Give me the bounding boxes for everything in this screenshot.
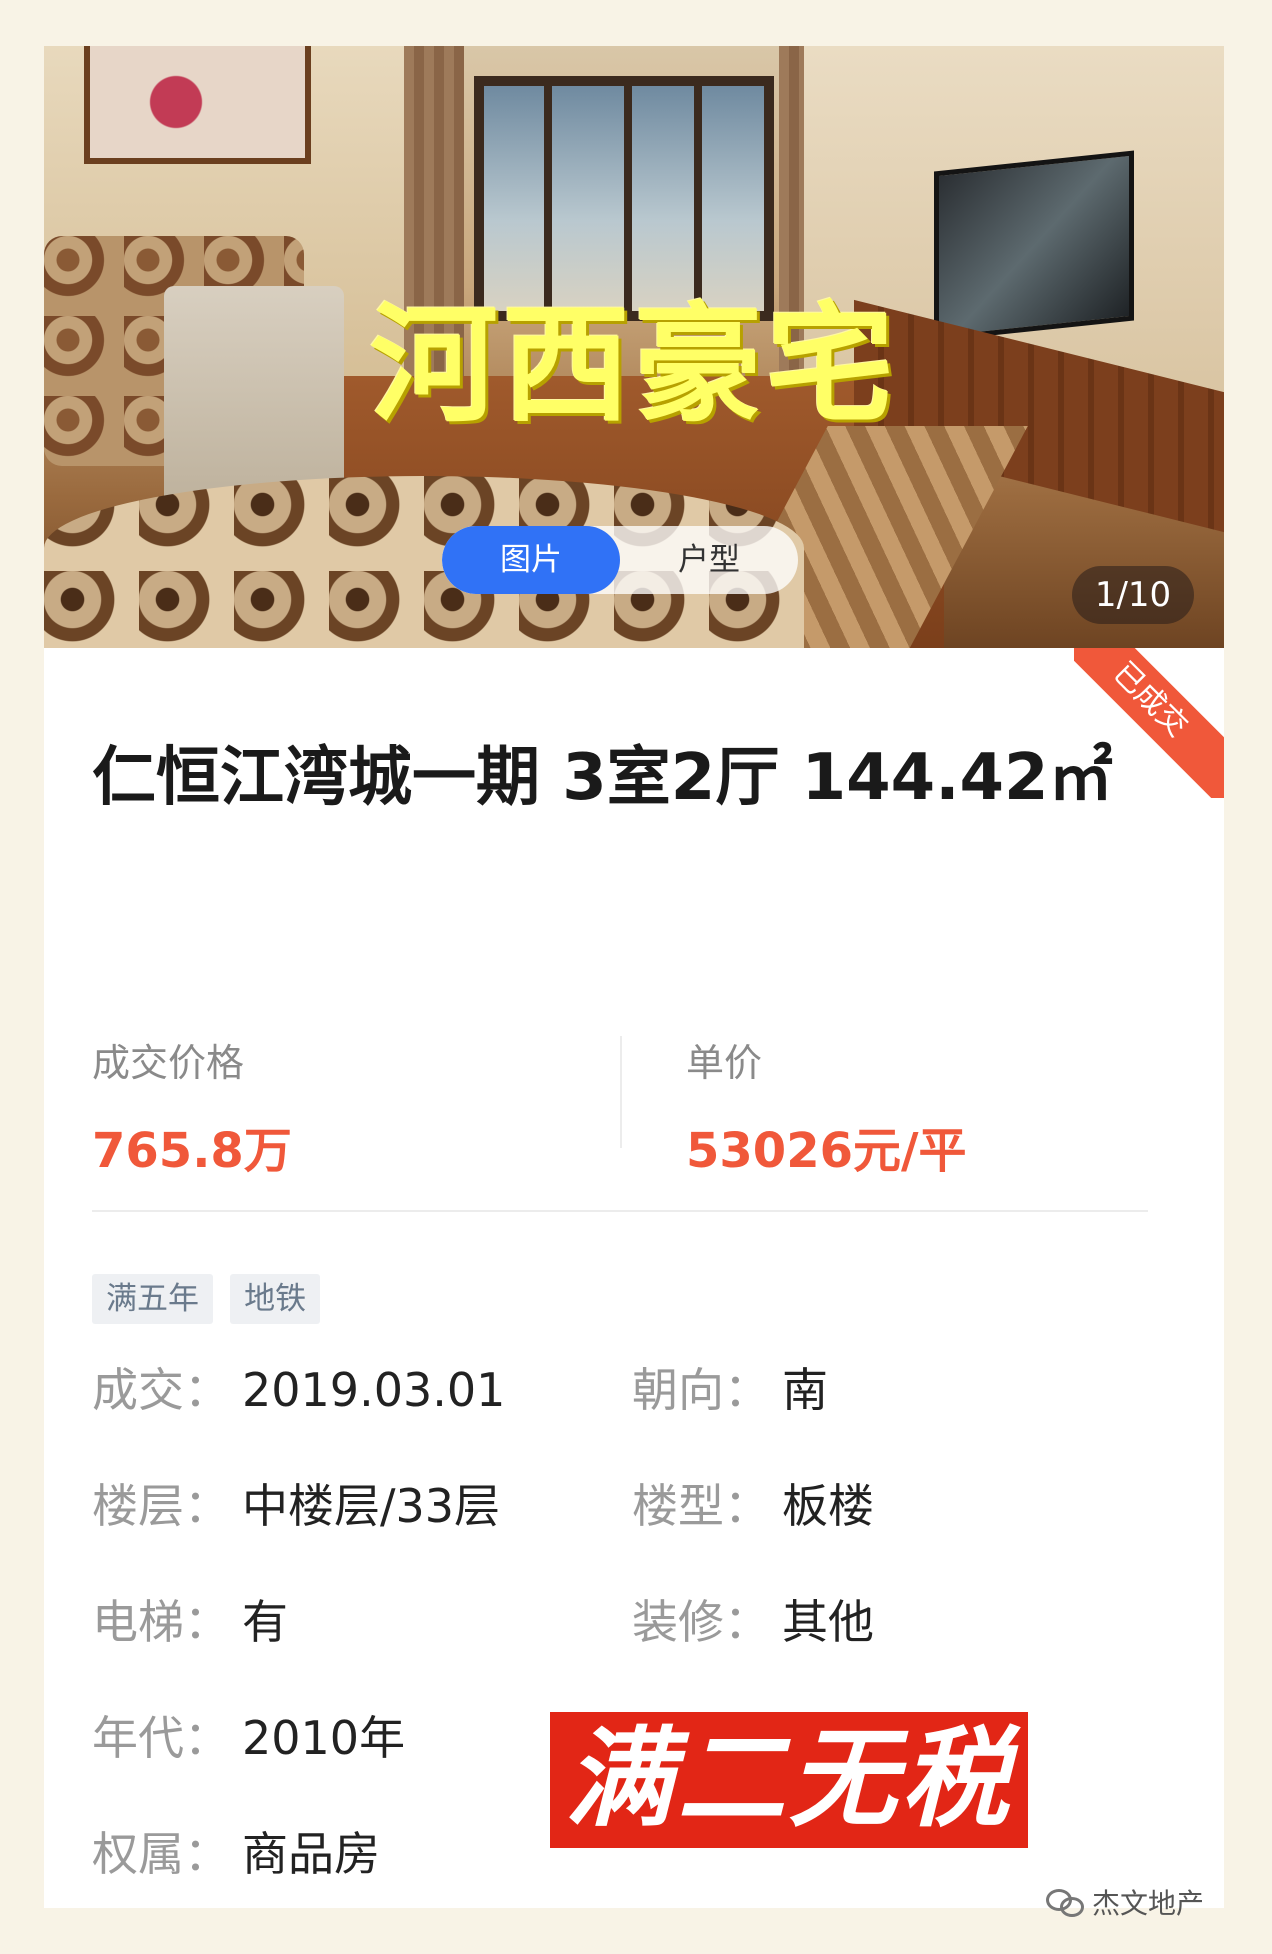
detail-label: 装修： [632,1595,770,1649]
media-tab-switch: 图片 户型 [442,526,798,594]
tab-floorplan[interactable]: 户型 [620,526,798,594]
listing-title: 仁恒江湾城一期 3室2厅 144.42㎡ [92,741,1113,815]
account-watermark: 杰文地产 [1046,1882,1204,1922]
wechat-icon [1046,1887,1086,1917]
unit-price-value: 53026元/平 [686,1123,967,1179]
detail-label: 朝向： [632,1363,770,1417]
detail-label: 楼层： [92,1479,230,1533]
detail-value: 商品房 [242,1827,380,1881]
photo-counter: 1/10 [1072,566,1194,624]
detail-value: 南 [782,1363,828,1417]
photo-painting [84,46,311,164]
deal-price-label: 成交价格 [92,1041,245,1085]
detail-floor: 楼层： 中楼层/33层 [92,1478,500,1534]
price-divider [620,1036,622,1148]
unit-price-label: 单价 [686,1041,763,1085]
section-divider [92,1210,1148,1212]
detail-label: 楼型： [632,1479,770,1533]
detail-label: 成交： [92,1363,230,1417]
detail-value: 中楼层/33层 [242,1479,501,1533]
listing-card: 河西豪宅 图片 户型 1/10 已成交 仁恒江湾城一期 3室2厅 144.42㎡… [44,46,1224,1908]
tag-subway: 地铁 [230,1274,321,1324]
detail-value: 其他 [782,1595,874,1649]
detail-ownership: 权属： 商品房 [92,1826,380,1882]
detail-label: 权属： [92,1827,230,1881]
detail-elevator: 电梯：有 [92,1594,288,1650]
photo-overlay-title: 河西豪宅 [369,291,898,440]
tag-list: 满五年 地铁 [92,1274,332,1324]
detail-orientation: 朝向：南 [632,1362,828,1418]
tag-five-years: 满五年 [92,1274,213,1324]
listing-photo[interactable]: 河西豪宅 图片 户型 1/10 [44,46,1224,648]
detail-value: 有 [242,1595,288,1649]
detail-value: 2010年 [242,1711,406,1765]
detail-decoration: 装修： 其他 [632,1594,874,1650]
detail-building-type: 楼型： 板楼 [632,1478,874,1534]
tax-free-stamp: 满二无税 [550,1712,1028,1848]
detail-year: 年代： 2010年 [92,1710,405,1766]
detail-value: 2019.03.01 [242,1363,506,1417]
detail-deal-date: 成交： 2019.03.01 [92,1362,505,1418]
tab-photos[interactable]: 图片 [442,526,620,594]
detail-label: 年代： [92,1711,230,1765]
detail-label: 电梯： [92,1595,230,1649]
detail-value: 板楼 [782,1479,874,1533]
unit-price: 单价 53026元/平 [686,1032,967,1181]
deal-price-value: 765.8万 [92,1123,292,1179]
deal-price: 成交价格 765.8万 [92,1032,292,1181]
watermark-text: 杰文地产 [1092,1887,1205,1920]
